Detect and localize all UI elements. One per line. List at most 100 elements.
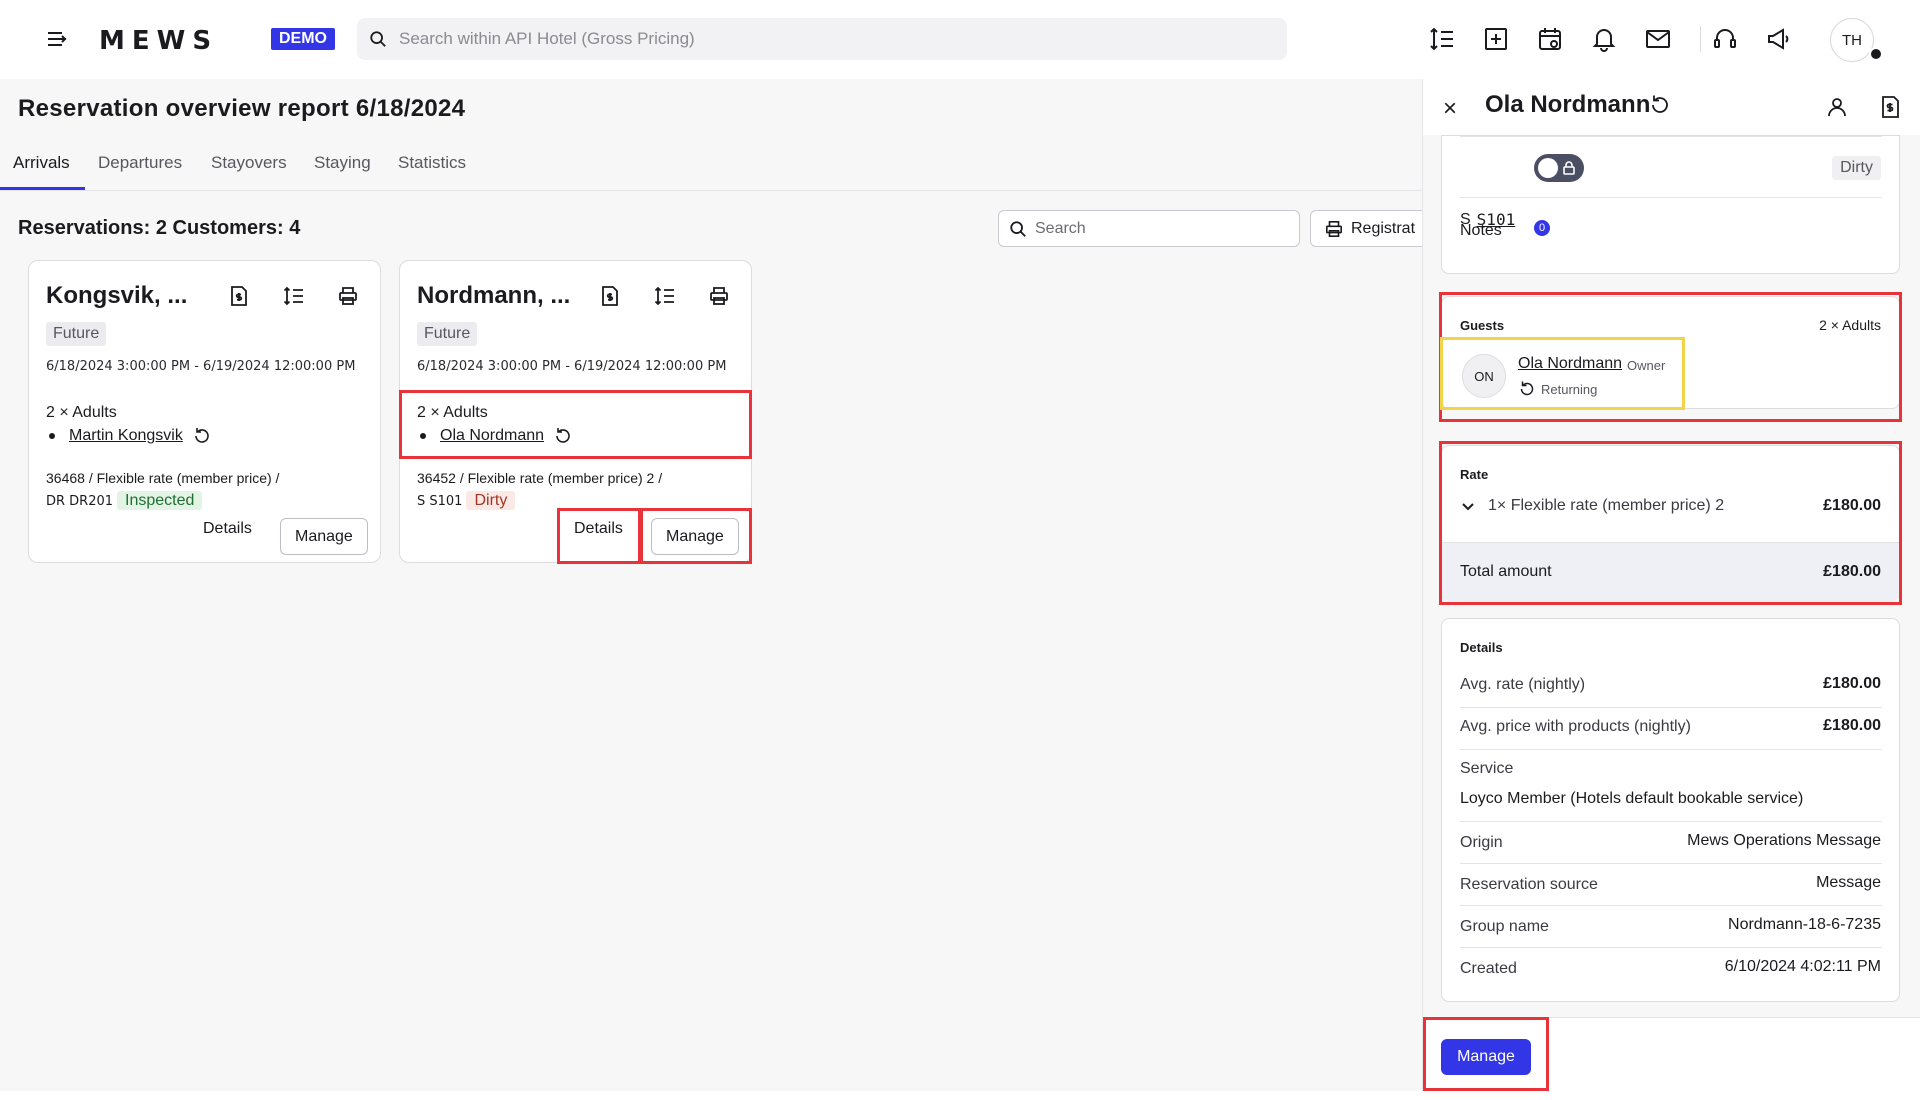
demo-badge: DEMO	[271, 28, 335, 50]
divider	[1460, 749, 1882, 750]
report-search-input[interactable]	[1035, 219, 1285, 238]
guest-avatar: ON	[1462, 354, 1506, 398]
room-lock-toggle[interactable]	[1534, 154, 1584, 182]
guest-link[interactable]: Ola Nordmann	[440, 427, 544, 445]
rate-info: 36468 / Flexible rate (member price) / D…	[46, 467, 279, 513]
search-icon	[1010, 220, 1026, 237]
rate-line: 36452 / Flexible rate (member price) 2 /	[417, 470, 663, 486]
guests-heading: Guests	[1460, 318, 1505, 333]
created-value: 6/10/2024 4:02:11 PM	[1724, 958, 1881, 975]
origin-label: Origin	[1460, 834, 1503, 851]
group-name-value: Nordmann-18-6-7235	[1728, 916, 1881, 933]
global-search-input[interactable]	[399, 29, 1259, 49]
toggle-knob	[1538, 158, 1558, 178]
details-button[interactable]: Details	[574, 520, 623, 538]
notes-count-badge: 0	[1534, 220, 1550, 236]
details-heading: Details	[1460, 640, 1503, 655]
global-search[interactable]	[357, 18, 1287, 60]
details-button[interactable]: Details	[203, 520, 252, 538]
bell-icon[interactable]	[1589, 24, 1619, 54]
line-height-icon[interactable]	[281, 283, 307, 309]
returning-icon	[556, 428, 570, 443]
printer-icon[interactable]	[335, 283, 361, 309]
line-height-icon[interactable]	[652, 283, 678, 309]
panel-title: Ola Nordmann	[1485, 91, 1651, 118]
add-icon[interactable]	[1481, 24, 1511, 54]
active-tab-indicator	[0, 187, 85, 190]
menu-icon[interactable]	[46, 28, 68, 50]
rate-expand-row[interactable]: 1× Flexible rate (member price) 2	[1460, 497, 1724, 515]
calendar-icon[interactable]	[1535, 24, 1565, 54]
printer-icon	[1325, 220, 1343, 237]
room-state-badge: Inspected	[117, 491, 203, 510]
printer-icon[interactable]	[706, 283, 732, 309]
divider	[1460, 863, 1882, 864]
divider	[1460, 905, 1882, 906]
close-icon[interactable]: ×	[1443, 95, 1457, 123]
rate-heading: Rate	[1460, 467, 1489, 482]
service-label: Service	[1460, 760, 1514, 777]
tab-arrivals[interactable]: Arrivals	[13, 153, 70, 173]
invoice-icon[interactable]	[597, 283, 623, 309]
stay-dates: 6/18/2024 3:00:00 PM - 6/19/2024 12:00:0…	[417, 359, 727, 374]
group-name-label: Group name	[1460, 918, 1549, 935]
registration-button[interactable]: Registrat	[1310, 210, 1440, 247]
guest-status-text: Returning	[1541, 381, 1598, 397]
guest-link[interactable]: Martin Kongsvik	[69, 427, 183, 445]
notes-label[interactable]: Notes	[1460, 222, 1502, 240]
manage-button[interactable]: Manage	[280, 518, 368, 555]
reservation-card: Nordmann, ... Future 6/18/2024 3:00:00 P…	[399, 260, 752, 563]
service-value: Loyco Member (Hotels default bookable se…	[1460, 790, 1804, 807]
card-title[interactable]: Nordmann, ...	[417, 282, 570, 310]
toolbar-divider	[1700, 26, 1701, 52]
room-state-badge: Dirty	[466, 491, 516, 510]
page-title: Reservation overview report 6/18/2024	[18, 95, 466, 122]
tab-stayovers[interactable]: Stayovers	[211, 153, 287, 173]
report-search[interactable]	[998, 210, 1300, 247]
reservation-source-value: Message	[1816, 874, 1881, 891]
bullet-icon	[49, 433, 55, 439]
report-main: Reservation overview report 6/18/2024 Ar…	[0, 79, 1440, 1091]
card-title[interactable]: Kongsvik, ...	[46, 282, 187, 310]
guest-name-link[interactable]: Ola Nordmann	[1518, 355, 1622, 373]
reservation-detail-panel: × Ola Nordmann S S101 Dirty Notes 0 Gues…	[1422, 79, 1920, 1091]
guest-role: Owner	[1627, 358, 1666, 373]
rate-line: 36468 / Flexible rate (member price) /	[46, 470, 280, 486]
megaphone-icon[interactable]	[1764, 24, 1794, 54]
panel-header: × Ola Nordmann	[1423, 79, 1920, 135]
person-icon[interactable]	[1825, 95, 1849, 119]
mews-logo[interactable]: MEWS	[99, 26, 218, 56]
bullet-icon	[420, 433, 426, 439]
origin-value: Mews Operations Message	[1687, 832, 1881, 849]
avg-rate-value: £180.00	[1823, 675, 1881, 692]
invoice-icon[interactable]	[226, 283, 252, 309]
guests-count: 2 × Adults	[1819, 317, 1881, 333]
divider	[1460, 947, 1882, 948]
guest-status: Returning	[1518, 380, 1597, 398]
tab-statistics[interactable]: Statistics	[398, 153, 466, 173]
adults-count: 2 × Adults	[417, 404, 488, 421]
manage-button[interactable]: Manage	[1441, 1039, 1531, 1075]
rate-amount: £180.00	[1823, 497, 1881, 514]
divider	[1460, 197, 1882, 198]
stay-dates: 6/18/2024 3:00:00 PM - 6/19/2024 12:00:0…	[46, 359, 356, 374]
room-number: S S101	[417, 494, 463, 509]
rate-line: 1× Flexible rate (member price) 2	[1488, 497, 1725, 514]
line-height-icon[interactable]	[1427, 24, 1457, 54]
user-avatar[interactable]: TH	[1830, 18, 1874, 62]
support-icon[interactable]	[1710, 24, 1740, 54]
list-item: Ola Nordmann	[420, 426, 573, 446]
avg-price-label: Avg. price with products (nightly)	[1460, 718, 1691, 735]
rate-info: 36452 / Flexible rate (member price) 2 /…	[417, 467, 662, 513]
chevron-down-icon	[1462, 503, 1474, 511]
lock-icon	[1563, 161, 1575, 175]
mail-icon[interactable]	[1643, 24, 1673, 54]
room-notes-box: S S101 Dirty Notes 0	[1441, 135, 1900, 274]
tab-staying[interactable]: Staying	[314, 153, 371, 173]
invoice-icon[interactable]	[1878, 95, 1902, 119]
tab-departures[interactable]: Departures	[98, 153, 182, 173]
bottom-edge	[0, 1091, 1920, 1100]
room-state-badge: Dirty	[1832, 156, 1881, 180]
manage-button[interactable]: Manage	[651, 518, 739, 555]
divider	[1460, 821, 1882, 822]
